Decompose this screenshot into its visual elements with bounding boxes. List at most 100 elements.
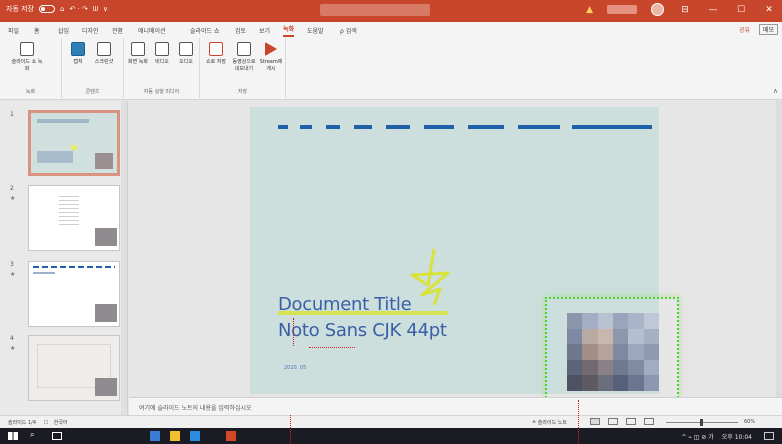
publish-stream-button[interactable]: Stream에 게시	[258, 42, 284, 73]
tab-recording[interactable]: 녹화	[283, 24, 295, 37]
tab-home[interactable]: 홈	[34, 26, 40, 35]
slide-thumbnail-1[interactable]	[28, 110, 120, 176]
task-view-icon[interactable]	[52, 432, 62, 440]
annotation-guide-line	[293, 318, 294, 346]
ribbon: 슬라이드 쇼 녹화 녹화 캡처 스크린샷 콘텐츠 화면 녹화 비디오 오디오 자…	[0, 38, 782, 100]
account-name[interactable]	[607, 5, 637, 14]
annotation-guide-line	[290, 415, 291, 444]
tab-animations[interactable]: 애니메이션	[138, 26, 166, 35]
notes-toggle-button[interactable]: ≙ 슬라이드 노트	[532, 419, 567, 426]
tab-review[interactable]: 검토	[235, 26, 246, 35]
pixelated-photo[interactable]	[567, 313, 659, 391]
selected-image-frame[interactable]	[545, 297, 679, 405]
slide-date[interactable]: 2020. 05	[284, 365, 306, 371]
view-buttons	[590, 418, 654, 425]
autosave-label: 자동 저장	[6, 5, 34, 13]
ribbon-display-icon[interactable]: ⊟	[678, 5, 692, 15]
tab-design[interactable]: 디자인	[82, 26, 99, 35]
slide-number: 3	[10, 261, 14, 268]
thumb-star-mark	[71, 145, 77, 150]
explorer-icon[interactable]	[170, 431, 180, 441]
reading-view-icon[interactable]	[626, 418, 636, 425]
clock[interactable]: 오후 10:04	[722, 434, 752, 441]
dash-line-segment	[424, 125, 454, 129]
customize-qat-icon[interactable]: ∨	[103, 5, 108, 13]
warning-icon[interactable]: ▲	[586, 5, 593, 15]
autosave-toggle[interactable]	[39, 5, 55, 13]
share-button[interactable]: 공유	[739, 25, 750, 34]
slide-number: 1	[10, 111, 14, 118]
capture-button[interactable]: 캡처	[66, 42, 90, 66]
slide-thumbnail-3[interactable]	[28, 261, 120, 327]
transition-star-icon: ★	[10, 195, 16, 202]
editor-scrollbar[interactable]	[776, 101, 782, 397]
powerpoint-icon[interactable]	[226, 431, 236, 441]
slide-thumbnail-4[interactable]	[28, 335, 120, 401]
screen-record-button[interactable]: 화면 녹화	[126, 42, 150, 66]
spellcheck-icon[interactable]: ☐	[44, 420, 48, 426]
slide-number: 4	[10, 335, 14, 342]
start-icon[interactable]	[8, 432, 18, 440]
normal-view-icon[interactable]	[590, 418, 600, 425]
zoom-level[interactable]: 60%	[744, 419, 755, 425]
slide-thumbnail-2[interactable]	[28, 185, 120, 251]
group-record: 슬라이드 쇼 녹화 녹화	[0, 38, 62, 98]
dash-line-segment	[386, 125, 410, 129]
slide-sorter-icon[interactable]	[608, 418, 618, 425]
save-icon[interactable]: ⌂	[60, 5, 64, 13]
dash-line-segment	[468, 125, 504, 129]
dash-line-segment	[326, 125, 340, 129]
close-button[interactable]: ✕	[762, 5, 776, 15]
tab-transitions[interactable]: 전환	[112, 26, 123, 35]
powerpoint-window: 자동 저장 ⌂ ↶ · ↷ ᗯ ∨ ▲ ⊟ — ☐ ✕ 파일 홈 삽입 디자인 …	[0, 0, 782, 444]
quick-access-toolbar: 자동 저장 ⌂ ↶ · ↷ ᗯ ∨	[6, 4, 108, 14]
thumb-dash-line	[33, 266, 115, 268]
notification-icon[interactable]	[764, 432, 774, 440]
slides-scrollbar[interactable]	[121, 101, 127, 415]
slide-info: 슬라이드 1/4	[8, 420, 37, 426]
document-title	[320, 4, 430, 16]
save-as-show-label: 쇼로 저장	[206, 59, 226, 65]
thumb-image	[95, 378, 117, 396]
spellcheck-underline	[309, 345, 355, 348]
audio-button[interactable]: 오디오	[174, 42, 198, 66]
collapse-ribbon-icon[interactable]: ∧	[773, 87, 778, 95]
slide-title-line1[interactable]: Document Title	[278, 294, 412, 315]
screenshot-button[interactable]: 스크린샷	[92, 42, 116, 66]
avatar[interactable]	[651, 3, 664, 16]
export-video-button[interactable]: 동영상으로 내보내기	[230, 42, 258, 73]
record-slideshow-button[interactable]: 슬라이드 쇼 녹화	[10, 42, 44, 73]
group-save-label: 저장	[237, 89, 248, 95]
tab-insert[interactable]: 삽입	[58, 26, 69, 35]
edge-icon[interactable]	[150, 431, 160, 441]
tab-slideshow[interactable]: 슬라이드 쇼	[190, 26, 220, 35]
tab-help[interactable]: 도움말	[307, 26, 324, 35]
tab-file[interactable]: 파일	[8, 26, 19, 35]
group-content-label: 콘텐츠	[85, 89, 100, 95]
group-save: 쇼로 저장 동영상으로 내보내기 Stream에 게시 저장	[200, 38, 286, 98]
video-icon	[155, 42, 169, 56]
comment-button[interactable]: 메모	[758, 24, 778, 35]
maximize-button[interactable]: ☐	[734, 5, 748, 15]
publish-stream-label: Stream에 게시	[259, 59, 283, 72]
store-icon[interactable]	[190, 431, 200, 441]
tab-search[interactable]: ρ 검색	[340, 26, 357, 35]
thumb-title-block	[37, 151, 73, 163]
present-icon[interactable]: ᗯ	[93, 5, 98, 14]
save-as-show-button[interactable]: 쇼로 저장	[204, 42, 228, 66]
slide-title-line2[interactable]: Noto Sans CJK 44pt	[278, 320, 447, 341]
undo-redo-icon[interactable]: ↶ · ↷	[69, 5, 87, 13]
tab-view[interactable]: 보기	[259, 26, 270, 35]
dash-line-segment	[300, 125, 312, 129]
slide-editor: Document Title Noto Sans CJK 44pt 2020. …	[129, 101, 782, 405]
notes-pane[interactable]: 여기에 슬라이드 노트의 내용을 입력하십시오	[129, 397, 782, 415]
language-label[interactable]: 한국어	[54, 420, 68, 426]
slideshow-view-icon[interactable]	[644, 418, 654, 425]
tray-icons[interactable]: ^ ⌁ ◫ ⊘ 가	[681, 434, 714, 441]
zoom-slider-handle[interactable]	[700, 419, 703, 426]
search-icon[interactable]: ⌕	[30, 430, 40, 440]
video-label: 비디오	[155, 59, 169, 65]
capture-icon	[71, 42, 85, 56]
minimize-button[interactable]: —	[706, 5, 720, 15]
video-button[interactable]: 비디오	[150, 42, 174, 66]
